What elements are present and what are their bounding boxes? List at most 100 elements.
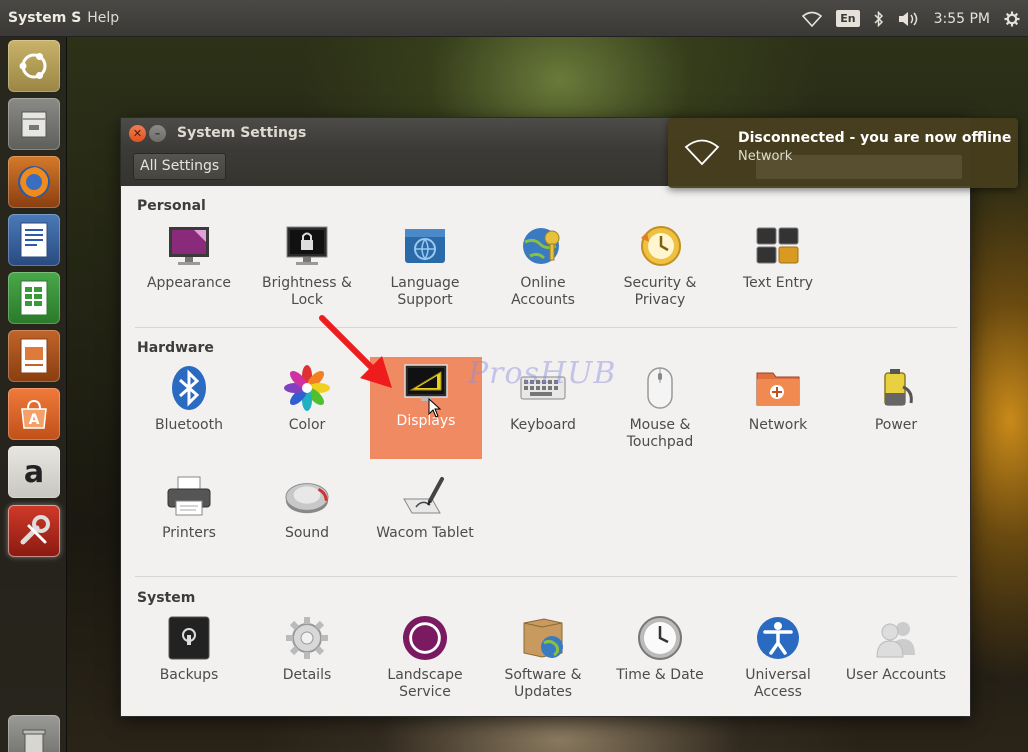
item-language-support[interactable]: Language Support bbox=[369, 219, 481, 321]
amazon-icon[interactable]: a bbox=[8, 446, 60, 498]
close-button[interactable]: ✕ bbox=[129, 124, 146, 142]
network-notification: Disconnected - you are now offline Netwo… bbox=[668, 118, 1018, 188]
menu-help[interactable]: Help bbox=[87, 10, 119, 26]
item-bluetooth[interactable]: Bluetooth bbox=[133, 361, 245, 463]
settings-content: Personal Appearance Brightness & Lock La… bbox=[121, 186, 970, 716]
displays-icon bbox=[403, 361, 449, 407]
minimize-button[interactable]: – bbox=[149, 124, 166, 142]
item-label: Keyboard bbox=[510, 417, 576, 433]
system-settings-launcher-icon[interactable] bbox=[8, 505, 60, 557]
item-details[interactable]: Details bbox=[251, 611, 363, 713]
item-label: Details bbox=[282, 667, 332, 683]
item-label: Power bbox=[874, 417, 918, 433]
amazon-glyph: a bbox=[23, 454, 45, 490]
libreoffice-impress-icon[interactable] bbox=[8, 330, 60, 382]
item-label: Bluetooth bbox=[155, 417, 223, 433]
section-divider bbox=[135, 576, 957, 577]
item-text-entry[interactable]: Text Entry bbox=[722, 219, 834, 321]
item-user-accounts[interactable]: User Accounts bbox=[840, 611, 952, 713]
landscape-service-icon bbox=[402, 615, 448, 661]
trash-icon[interactable] bbox=[8, 715, 60, 752]
item-security-privacy[interactable]: Security & Privacy bbox=[604, 219, 716, 321]
wifi-icon bbox=[684, 139, 720, 166]
top-panel: System S Help En 3:55 PM bbox=[0, 0, 1028, 37]
indicator-area: En 3:55 PM bbox=[802, 0, 1020, 37]
files-icon[interactable] bbox=[8, 98, 60, 150]
sound-icon bbox=[284, 473, 330, 519]
libreoffice-writer-icon[interactable] bbox=[8, 214, 60, 266]
item-software-updates[interactable]: Software & Updates bbox=[487, 611, 599, 713]
appearance-icon bbox=[166, 223, 212, 269]
item-label: Time & Date bbox=[616, 667, 704, 683]
item-backups[interactable]: Backups bbox=[133, 611, 245, 713]
language-support-icon bbox=[402, 223, 448, 269]
user-accounts-icon bbox=[873, 615, 919, 661]
section-title-hardware: Hardware bbox=[137, 340, 214, 356]
section-divider bbox=[135, 327, 957, 328]
libreoffice-calc-icon[interactable] bbox=[8, 272, 60, 324]
printers-icon bbox=[166, 473, 212, 519]
online-accounts-icon bbox=[520, 223, 566, 269]
clock[interactable]: 3:55 PM bbox=[934, 11, 990, 27]
brightness-lock-icon bbox=[284, 223, 330, 269]
power-icon bbox=[873, 365, 919, 411]
software-updates-icon bbox=[520, 615, 566, 661]
section-title-system: System bbox=[137, 590, 196, 606]
red-arrow-annotation bbox=[319, 315, 392, 388]
item-label: Brightness & Lock bbox=[262, 275, 352, 308]
all-settings-button[interactable]: All Settings bbox=[133, 153, 227, 180]
item-label: Software & Updates bbox=[504, 667, 582, 700]
item-mouse-touchpad[interactable]: Mouse & Touchpad bbox=[604, 361, 716, 463]
mouse-touchpad-icon bbox=[637, 365, 683, 411]
item-label: Backups bbox=[159, 667, 219, 683]
bluetooth-icon[interactable] bbox=[874, 10, 884, 27]
language-badge: En bbox=[836, 10, 860, 27]
item-label: Landscape Service bbox=[387, 667, 463, 700]
item-sound[interactable]: Sound bbox=[251, 469, 363, 571]
item-time-date[interactable]: Time & Date bbox=[604, 611, 716, 713]
item-label: Sound bbox=[284, 525, 330, 541]
item-brightness-lock[interactable]: Brightness & Lock bbox=[251, 219, 363, 321]
app-name[interactable]: System S bbox=[8, 10, 81, 26]
notification-body: Network bbox=[738, 149, 793, 164]
text-entry-icon bbox=[755, 223, 801, 269]
item-power[interactable]: Power bbox=[840, 361, 952, 463]
item-appearance[interactable]: Appearance bbox=[133, 219, 245, 321]
volume-icon[interactable] bbox=[898, 11, 920, 27]
watermark: ProsHUB bbox=[468, 356, 617, 391]
app-menu: System S Help bbox=[8, 10, 119, 26]
item-label: Security & Privacy bbox=[623, 275, 697, 308]
mouse-cursor-icon bbox=[428, 398, 442, 418]
item-label: Universal Access bbox=[745, 667, 811, 700]
backups-icon bbox=[166, 615, 212, 661]
item-network[interactable]: Network bbox=[722, 361, 834, 463]
item-label: Printers bbox=[162, 525, 216, 541]
section-title-personal: Personal bbox=[137, 198, 206, 214]
security-privacy-icon bbox=[637, 223, 683, 269]
firefox-icon[interactable] bbox=[8, 156, 60, 208]
item-universal-access[interactable]: Universal Access bbox=[722, 611, 834, 713]
item-printers[interactable]: Printers bbox=[133, 469, 245, 571]
item-online-accounts[interactable]: Online Accounts bbox=[487, 219, 599, 321]
item-label: Wacom Tablet bbox=[376, 525, 474, 541]
item-label: Displays bbox=[396, 413, 456, 429]
item-label: Mouse & Touchpad bbox=[626, 417, 694, 450]
gear-icon[interactable] bbox=[1004, 11, 1020, 27]
item-landscape-service[interactable]: Landscape Service bbox=[369, 611, 481, 713]
network-icon bbox=[755, 365, 801, 411]
item-wacom-tablet[interactable]: Wacom Tablet bbox=[369, 469, 481, 571]
ubuntu-dash-icon[interactable] bbox=[8, 40, 60, 92]
system-settings-window: ✕ – System Settings All Settings Persona… bbox=[121, 118, 970, 716]
svg-text:A: A bbox=[29, 412, 40, 428]
wifi-icon[interactable] bbox=[802, 11, 823, 27]
bluetooth-icon bbox=[166, 365, 212, 411]
item-label: Appearance bbox=[146, 275, 232, 291]
keyboard-language-indicator[interactable]: En bbox=[836, 10, 860, 27]
details-icon bbox=[284, 615, 330, 661]
time-date-icon bbox=[637, 615, 683, 661]
item-label: Online Accounts bbox=[511, 275, 575, 308]
item-label: User Accounts bbox=[845, 667, 947, 683]
launcher: A a bbox=[0, 37, 67, 752]
item-label: Color bbox=[288, 417, 326, 433]
software-center-icon[interactable]: A bbox=[8, 388, 60, 440]
